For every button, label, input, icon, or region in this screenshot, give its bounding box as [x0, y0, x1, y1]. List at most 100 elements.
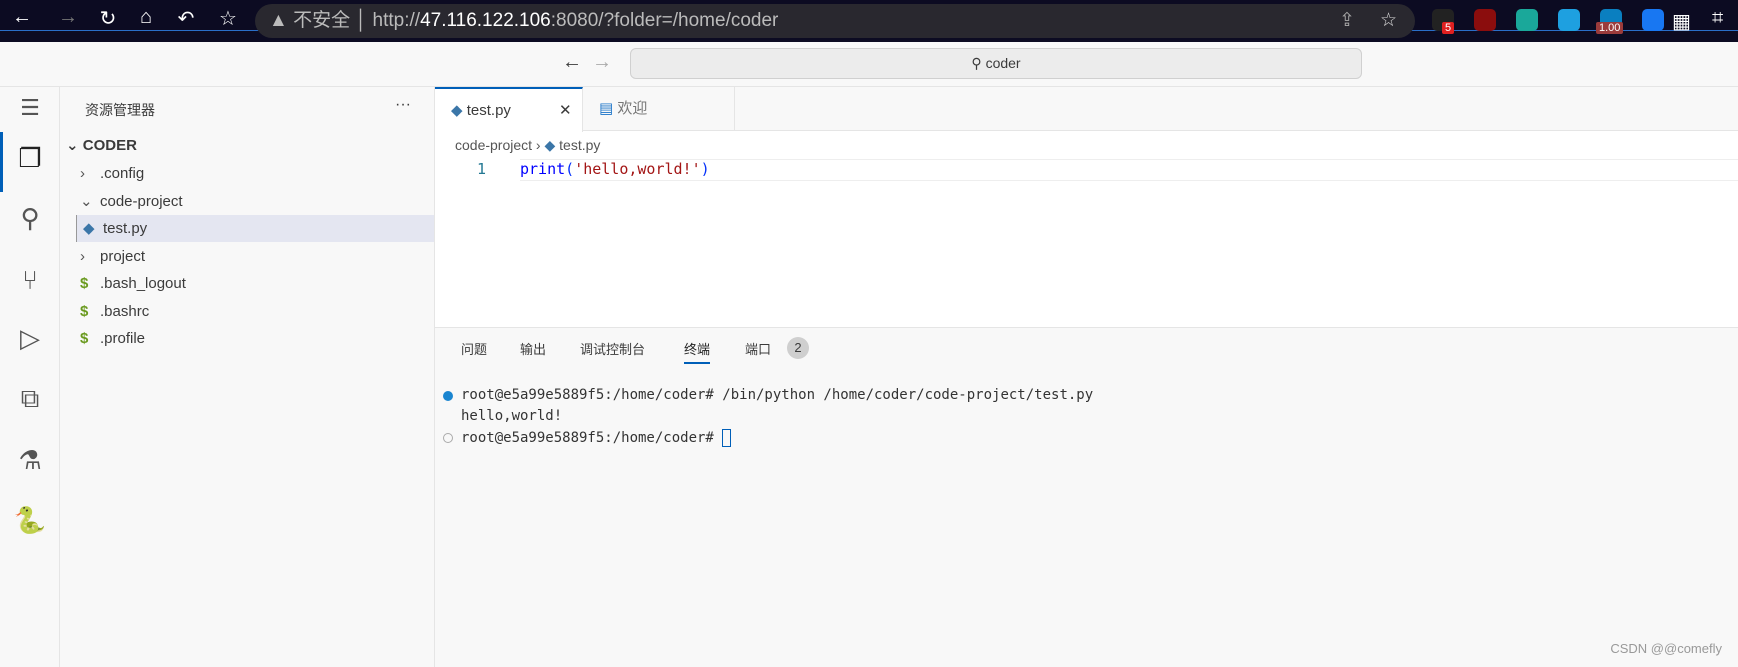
ext-recorder-extension-icon[interactable]: 5 [1432, 9, 1455, 34]
command-success-dot-icon [443, 391, 453, 401]
breadcrumb-folder[interactable]: code-project [455, 137, 532, 153]
chevron-down-icon: ⌄ [80, 192, 93, 210]
nav-forward-icon[interactable]: → [592, 51, 612, 74]
editor-tabs: ◆ test.py ✕ ▤ 欢迎 [435, 87, 1738, 132]
command-pending-dot-icon [443, 433, 453, 443]
terminal-prompt[interactable]: root@e5a99e5889f5:/home/coder# [461, 429, 732, 447]
python-icon[interactable]: 🐍 [0, 505, 60, 536]
sidebar-title: 资源管理器 [85, 102, 155, 118]
menu-icon[interactable]: ☰ [0, 95, 60, 121]
tree-item-label: .bash_logout [100, 275, 186, 292]
back-icon[interactable]: ← [8, 6, 36, 29]
tree-item-label: test.py [103, 220, 148, 237]
search-text: coder [985, 55, 1021, 71]
code-function: print [520, 160, 566, 178]
explorer-sidebar: 资源管理器 ··· ⌄ CODER › .config ⌄ code-project ◆… [60, 87, 435, 667]
extension-badge: 5 [1442, 22, 1455, 34]
speed-extension-icon[interactable]: 1.00 [1596, 9, 1624, 34]
source-control-icon[interactable]: ⑂ [0, 265, 60, 296]
root-label: CODER [82, 137, 137, 154]
bookmark-star-icon[interactable]: ☆ [214, 6, 242, 31]
tree-item-label: .config [100, 165, 145, 182]
url-rest: :8080/?folder=/home/coder [550, 10, 779, 31]
extension-badge: 1.00 [1596, 22, 1624, 34]
bottom-panel: 问题 输出 调试控制台 终端 端口 2 root@e5a99e5889f5:/h… [435, 327, 1738, 667]
terminal-line: root@e5a99e5889f5:/home/coder# [461, 430, 723, 446]
reload-icon[interactable]: ↻ [94, 6, 122, 31]
run-debug-icon[interactable]: ▷ [0, 323, 60, 354]
tab-ports[interactable]: 端口 [745, 340, 771, 370]
watermark: CSDN @@comefly [1610, 641, 1722, 656]
python-file-icon: ◆ [544, 137, 556, 153]
chevron-right-icon: › [80, 165, 85, 182]
tab-test-py[interactable]: ◆ test.py ✕ [435, 87, 583, 132]
star-icon[interactable]: ☆ [1380, 4, 1397, 38]
python-file-icon: ◆ [451, 102, 463, 119]
python-file-icon: ◆ [83, 220, 95, 237]
undo-icon[interactable]: ↶ [172, 6, 200, 31]
tree-item-label: .bashrc [100, 302, 150, 320]
forward-icon[interactable]: → [54, 6, 82, 29]
ext-cup-extension-icon[interactable] [1642, 9, 1664, 31]
code-line[interactable]: print('hello,world!') [520, 160, 710, 178]
line-number: 1 [477, 160, 487, 178]
security-label: 不安全 [293, 10, 351, 31]
tree-item-label: project [100, 247, 146, 265]
apps-grid-icon[interactable]: ▦ [1672, 9, 1691, 34]
breadcrumb: code-project › ◆ test.py [455, 137, 601, 153]
tab-debug-console[interactable]: 调试控制台 [580, 340, 645, 370]
chevron-right-icon: › [80, 247, 85, 265]
root-folder[interactable]: ⌄ CODER [60, 132, 434, 159]
chat-extension-icon[interactable] [1516, 9, 1538, 31]
tree-item[interactable]: ⌄ code-project [60, 188, 434, 215]
tree-item[interactable]: $ .bashrc [60, 298, 434, 325]
tab-output[interactable]: 输出 [520, 340, 546, 370]
crop-icon[interactable]: ⌗ [1712, 7, 1723, 30]
activity-bar: ☰ ❐ ⚲ ⑂ ▷ ⧉ ⚗ 🐍 [0, 87, 60, 667]
browser-toolbar: ← → ↻ ⌂ ↶ ☆ ▲ 不安全 │ http://47.116.122.10… [0, 0, 1738, 42]
command-center-search[interactable]: ⚲ coder [630, 48, 1362, 79]
code-string: 'hello,world!' [574, 160, 701, 178]
terminal-cursor [722, 429, 732, 447]
tree-item[interactable]: › .config [60, 160, 434, 187]
terminal-line: hello,world! [461, 408, 563, 424]
tree-item[interactable]: › project [60, 243, 434, 270]
breadcrumb-file[interactable]: test.py [559, 137, 600, 153]
warning-icon: ▲ [269, 10, 288, 31]
search-icon: ⚲ [971, 55, 982, 71]
url-scheme: http:// [372, 10, 421, 31]
title-bar: ← → ⚲ coder [0, 42, 1738, 87]
shell-file-icon: $ [80, 275, 89, 292]
ublock-extension-icon[interactable] [1474, 9, 1496, 31]
ext-blue-extension-icon[interactable] [1558, 9, 1580, 31]
tab-label: test.py [466, 102, 511, 119]
tree-item[interactable]: $ .bash_logout [60, 270, 434, 297]
home-icon[interactable]: ⌂ [132, 6, 160, 29]
nav-back-icon[interactable]: ← [562, 51, 582, 74]
code-paren: ( [565, 160, 575, 178]
tree-item[interactable]: $ .profile [60, 325, 434, 352]
code-paren: ) [700, 160, 710, 178]
share-icon[interactable]: ⇪ [1339, 4, 1355, 38]
tab-terminal[interactable]: 终端 [684, 340, 711, 364]
close-icon[interactable]: ✕ [559, 89, 572, 133]
explorer-icon[interactable]: ❐ [0, 143, 60, 174]
ports-badge: 2 [787, 337, 809, 359]
more-actions-icon[interactable]: ··· [395, 96, 411, 114]
tree-item[interactable]: ◆ test.py [76, 215, 434, 242]
testing-flask-icon[interactable]: ⚗ [0, 445, 60, 476]
extensions-icon[interactable]: ⧉ [0, 383, 60, 415]
tab-label: 欢迎 [617, 100, 648, 117]
search-icon[interactable]: ⚲ [0, 203, 60, 234]
shell-file-icon: $ [80, 330, 89, 347]
tab-problems[interactable]: 问题 [461, 340, 487, 370]
address-bar[interactable]: ▲ 不安全 │ http://47.116.122.106:8080/?fold… [255, 4, 1415, 38]
editor: ◆ test.py ✕ ▤ 欢迎 code-project › ◆ test.p… [435, 87, 1738, 327]
tab-welcome[interactable]: ▤ 欢迎 [583, 87, 735, 131]
welcome-icon: ▤ [599, 100, 614, 117]
terminal-line: root@e5a99e5889f5:/home/coder# /bin/pyth… [461, 387, 1094, 403]
shell-file-icon: $ [80, 302, 89, 320]
url-host: 47.116.122.106 [420, 10, 551, 31]
tree-item-label: .profile [100, 330, 146, 347]
tree-item-label: code-project [100, 192, 183, 210]
